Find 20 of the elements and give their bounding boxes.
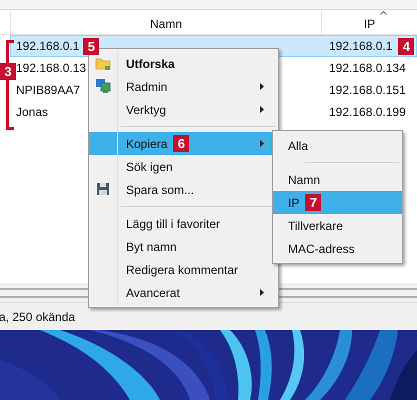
menu-item[interactable]: Radmin <box>89 75 278 98</box>
callout-badge: 7 <box>305 194 322 211</box>
ip-cell-text: 192.168.0.1 <box>329 38 392 55</box>
menu-item[interactable]: IP 7 <box>273 191 402 214</box>
callout-badge: 4 <box>398 38 414 54</box>
menu-item[interactable]: MAC-adress <box>273 237 402 260</box>
column-header[interactable]: Namn <box>10 10 322 34</box>
menu-item[interactable]: Redigera kommentar <box>89 258 278 281</box>
submenu-arrow-icon <box>260 140 264 147</box>
callout-badge: 5 <box>83 38 100 54</box>
submenu-arrow-icon <box>260 83 264 90</box>
name-cell-text: 192.168.0.1 <box>16 38 80 55</box>
computer-icon <box>95 78 111 94</box>
submenu-arrow-icon <box>260 106 264 113</box>
column-header[interactable]: IP <box>322 10 417 34</box>
callout-badge: 6 <box>173 135 190 152</box>
menu-item[interactable]: Tillverkare <box>273 214 402 237</box>
menu-item[interactable]: Verktyg <box>89 98 278 121</box>
submenu-arrow-icon <box>260 289 264 296</box>
callout-badge: 3 <box>0 63 16 80</box>
